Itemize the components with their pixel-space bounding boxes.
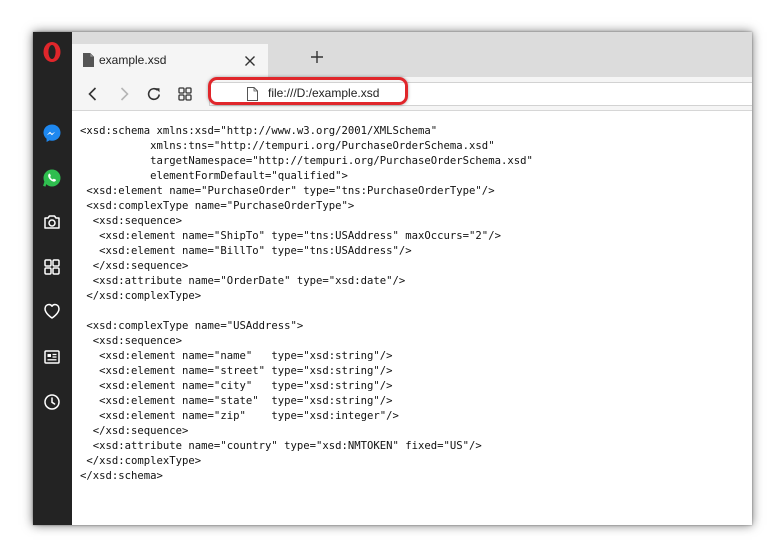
opera-logo-icon[interactable]	[41, 41, 63, 63]
xsd-source: <xsd:schema xmlns:xsd="http://www.w3.org…	[80, 124, 740, 484]
file-icon	[83, 53, 94, 72]
code-line: </xsd:complexType>	[80, 455, 202, 467]
code-line: <xsd:attribute name="country" type="xsd:…	[80, 440, 482, 452]
address-highlight	[208, 77, 408, 105]
tab-example-xsd[interactable]: example.xsd	[72, 44, 268, 77]
forward-button[interactable]	[115, 85, 133, 103]
back-button[interactable]	[84, 85, 102, 103]
code-line: <xsd:complexType name="PurchaseOrderType…	[80, 200, 355, 212]
code-line: targetNamespace="http://tempuri.org/Purc…	[80, 155, 533, 167]
heart-icon[interactable]	[41, 300, 63, 322]
code-line: xmlns:tns="http://tempuri.org/PurchaseOr…	[80, 140, 495, 152]
code-line: <xsd:element name="BillTo" type="tns:USA…	[80, 245, 412, 257]
messenger-icon[interactable]	[41, 122, 63, 144]
history-icon[interactable]	[41, 391, 63, 413]
code-line: <xsd:element name="street" type="xsd:str…	[80, 365, 393, 377]
code-line: <xsd:element name="ShipTo" type="tns:USA…	[80, 230, 501, 242]
code-line: <xsd:attribute name="OrderDate" type="xs…	[80, 275, 406, 287]
news-icon[interactable]	[41, 346, 63, 368]
code-line: <xsd:sequence>	[80, 335, 183, 347]
code-line: <xsd:element name="zip" type="xsd:intege…	[80, 410, 399, 422]
code-line: </xsd:schema>	[80, 470, 163, 482]
code-line: </xsd:sequence>	[80, 260, 189, 272]
code-line: <xsd:element name="state" type="xsd:stri…	[80, 395, 393, 407]
code-line: <xsd:sequence>	[80, 215, 183, 227]
tabs-grid-button[interactable]	[176, 85, 194, 103]
tab-bar: example.xsd	[72, 32, 752, 77]
code-line: <xsd:element name="city" type="xsd:strin…	[80, 380, 393, 392]
code-line: <xsd:complexType name="USAddress">	[80, 320, 304, 332]
code-line: <xsd:element name="name" type="xsd:strin…	[80, 350, 393, 362]
sidebar	[33, 32, 72, 525]
reload-button[interactable]	[145, 85, 163, 103]
code-line: elementFormDefault="qualified">	[80, 170, 348, 182]
code-line: </xsd:complexType>	[80, 290, 202, 302]
browser-window: example.xsd file:///D:/example.xsd <xsd:…	[33, 32, 752, 525]
tab-title: example.xsd	[99, 53, 167, 67]
camera-icon[interactable]	[41, 211, 63, 233]
close-icon[interactable]	[242, 53, 258, 69]
whatsapp-icon[interactable]	[41, 167, 63, 189]
new-tab-button[interactable]	[309, 49, 325, 65]
code-line: <xsd:element name="PurchaseOrder" type="…	[80, 185, 495, 197]
toolbar: file:///D:/example.xsd	[72, 77, 752, 111]
code-line: </xsd:sequence>	[80, 425, 189, 437]
code-line: <xsd:schema xmlns:xsd="http://www.w3.org…	[80, 125, 438, 137]
document-view: <xsd:schema xmlns:xsd="http://www.w3.org…	[80, 124, 740, 524]
speed-dial-icon[interactable]	[41, 256, 63, 278]
